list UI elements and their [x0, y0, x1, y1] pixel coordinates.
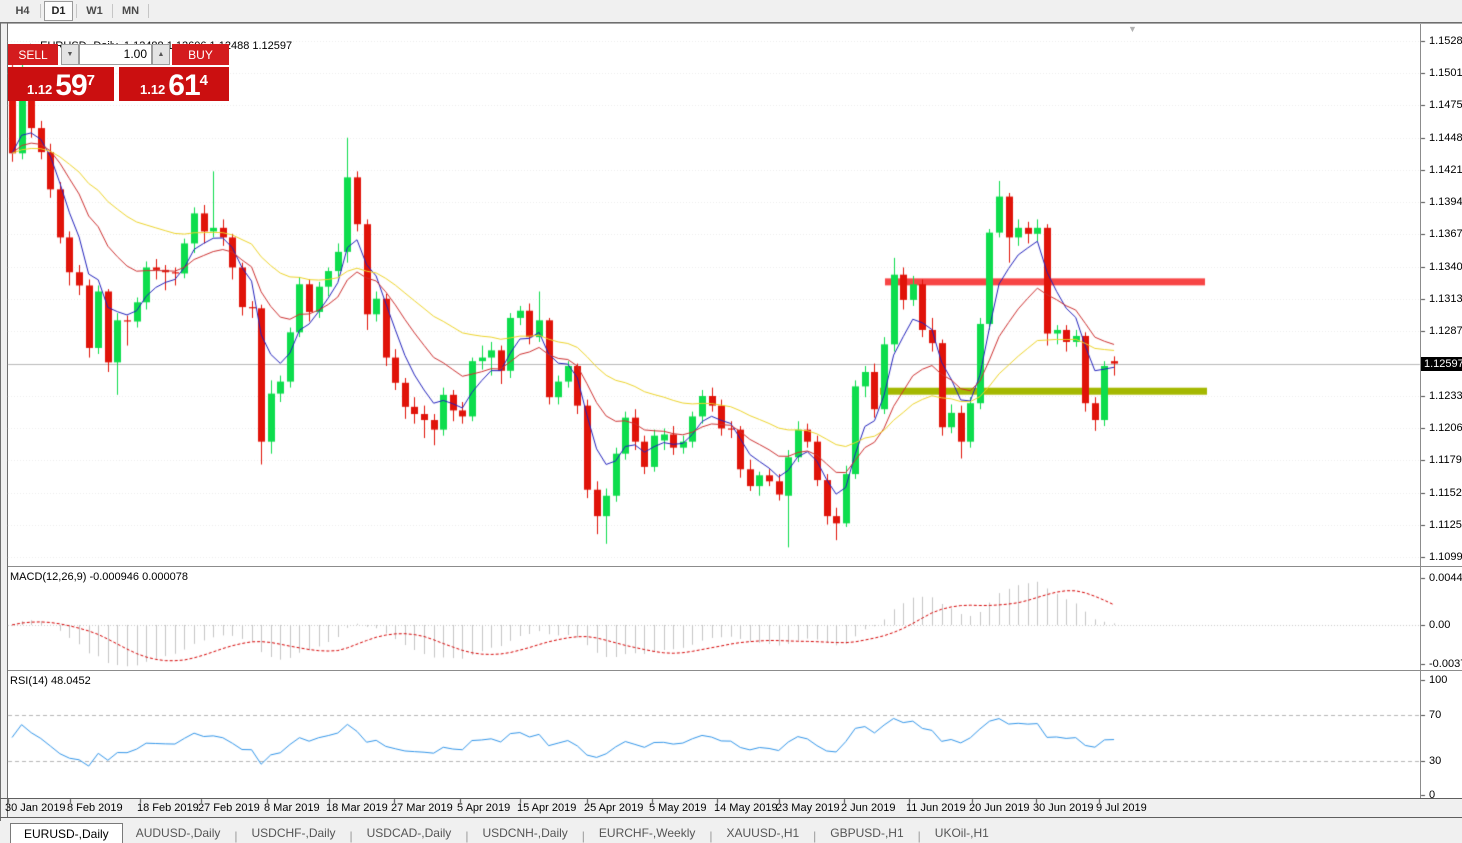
- date-tick-label: 8 Mar 2019: [264, 802, 320, 814]
- price-tick-label: 1.12330: [1429, 390, 1462, 402]
- volume-increase-button[interactable]: ▲: [152, 44, 170, 65]
- date-tick-label: 25 Apr 2019: [584, 802, 643, 814]
- date-tick-label: 15 Apr 2019: [517, 802, 576, 814]
- date-tick-label: 23 May 2019: [776, 802, 840, 814]
- date-tick-label: 5 Apr 2019: [457, 802, 510, 814]
- date-tick-label: 14 May 2019: [714, 802, 778, 814]
- buy-button[interactable]: BUY: [172, 44, 229, 65]
- buy-price-button[interactable]: 1.12614: [119, 67, 229, 101]
- date-tick-label: 8 Feb 2019: [67, 802, 123, 814]
- sell-price-sup: 7: [87, 73, 95, 88]
- rsi-tick-label: 70: [1429, 709, 1441, 721]
- rsi-tick-label: 0: [1429, 789, 1435, 801]
- chart-tab-bar: EURUSD-,DailyAUDUSD-,Daily|USDCHF-,Daily…: [0, 822, 1462, 843]
- price-chart-canvas[interactable]: [0, 0, 1462, 843]
- price-tick-label: 1.15015: [1429, 67, 1462, 79]
- price-tick-label: 1.10990: [1429, 551, 1462, 563]
- price-tick-label: 1.11525: [1429, 487, 1462, 499]
- chart-tab-xauusd-h1[interactable]: XAUUSD-,H1: [713, 823, 812, 843]
- date-tick-label: 18 Mar 2019: [326, 802, 388, 814]
- panel-splitter[interactable]: [8, 566, 1462, 567]
- date-tick-label: 27 Feb 2019: [198, 802, 260, 814]
- chart-tab-usdcad-daily[interactable]: USDCAD-,Daily: [354, 823, 465, 843]
- volume-input[interactable]: 1.00: [79, 44, 152, 65]
- sell-price-button[interactable]: 1.12597: [8, 67, 114, 101]
- price-tick-label: 1.13675: [1429, 228, 1462, 240]
- panel-splitter[interactable]: [8, 670, 1462, 671]
- current-price-value: 1.12597: [1424, 358, 1462, 370]
- price-tick-label: 1.11795: [1429, 454, 1462, 466]
- macd-tick-label: 0.004465: [1429, 572, 1462, 584]
- chart-tab-usdcnh-daily[interactable]: USDCNH-,Daily: [469, 823, 580, 843]
- window-border: [0, 817, 1462, 818]
- price-tick-label: 1.13405: [1429, 261, 1462, 273]
- sell-price-big: 59: [55, 72, 86, 100]
- chart-tab-usdchf-daily[interactable]: USDCHF-,Daily: [239, 823, 349, 843]
- volume-decrease-button[interactable]: ▼: [61, 44, 79, 65]
- buy-price-sup: 4: [200, 73, 208, 88]
- chart-tab-eurusd-daily[interactable]: EURUSD-,Daily: [10, 823, 123, 843]
- price-tick-label: 1.14210: [1429, 164, 1462, 176]
- price-tick-label: 1.11255: [1429, 519, 1462, 531]
- date-tick-label: 20 Jun 2019: [969, 802, 1030, 814]
- sell-price-prefix: 1.12: [27, 80, 52, 100]
- price-tick-label: 1.13945: [1429, 196, 1462, 208]
- buy-price-prefix: 1.12: [140, 80, 165, 100]
- chart-tab-eurchf-weekly[interactable]: EURCHF-,Weekly: [586, 823, 708, 843]
- sell-button[interactable]: SELL: [8, 44, 58, 65]
- buy-price-big: 61: [168, 72, 199, 100]
- price-tick-label: 1.14750: [1429, 99, 1462, 111]
- chart-tab-gbpusd-h1[interactable]: GBPUSD-,H1: [817, 823, 916, 843]
- date-tick-label: 2 Jun 2019: [841, 802, 895, 814]
- current-price-badge: 1.12597: [1421, 357, 1462, 371]
- price-tick-label: 1.13135: [1429, 293, 1462, 305]
- date-tick-label: 11 Jun 2019: [906, 802, 966, 814]
- chart-tab-ukoil-h1[interactable]: UKOil-,H1: [922, 823, 1002, 843]
- macd-label: MACD(12,26,9) -0.000946 0.000078: [10, 571, 188, 583]
- macd-tick-label: 0.00: [1429, 619, 1450, 631]
- price-tick-label: 1.12870: [1429, 325, 1462, 337]
- price-scale-border: [1420, 24, 1421, 798]
- date-tick-label: 30 Jan 2019: [5, 802, 66, 814]
- chart-shift-marker-icon[interactable]: ▼: [1128, 24, 1137, 34]
- price-tick-label: 1.15285: [1429, 35, 1462, 47]
- rsi-label: RSI(14) 48.0452: [10, 675, 91, 687]
- price-tick-label: 1.12065: [1429, 422, 1462, 434]
- panel-splitter: [0, 798, 1462, 799]
- date-tick-label: 9 Jul 2019: [1096, 802, 1147, 814]
- price-tick-label: 1.14480: [1429, 132, 1462, 144]
- macd-tick-label: -0.003715: [1429, 658, 1462, 670]
- chart-tab-audusd-daily[interactable]: AUDUSD-,Daily: [123, 823, 234, 843]
- date-tick-label: 5 May 2019: [649, 802, 706, 814]
- rsi-tick-label: 100: [1429, 674, 1447, 686]
- date-tick-label: 30 Jun 2019: [1033, 802, 1094, 814]
- rsi-tick-label: 30: [1429, 755, 1441, 767]
- date-tick-label: 18 Feb 2019: [137, 802, 199, 814]
- mt4-window: H4 D1 W1 MN ▲EURUSD-,Daily 1.12488 1.126…: [0, 0, 1462, 843]
- date-tick-label: 27 Mar 2019: [391, 802, 453, 814]
